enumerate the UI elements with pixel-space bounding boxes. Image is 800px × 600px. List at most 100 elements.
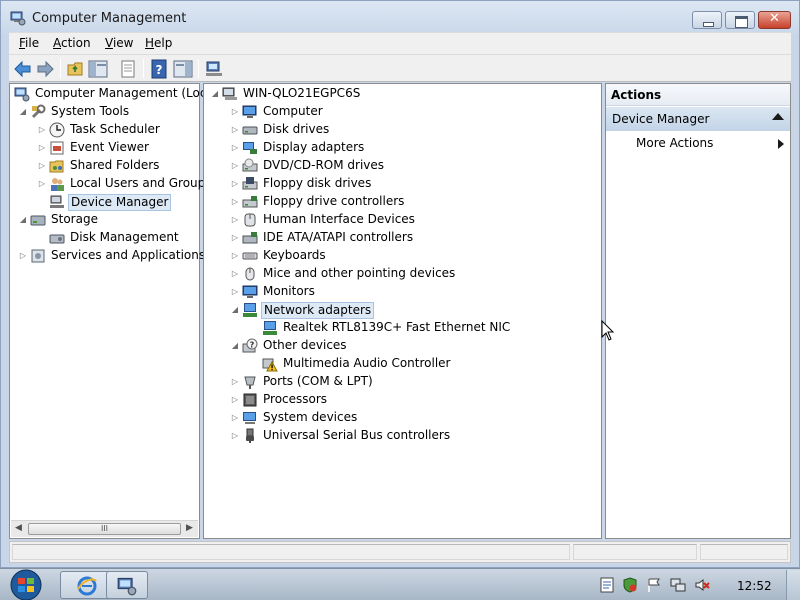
up-folder-icon[interactable] [66,59,86,79]
more-actions-label: More Actions [636,136,714,150]
toolbar-separator [143,59,144,78]
expand-icon[interactable]: ▷ [230,431,240,441]
collapse-icon[interactable]: ◢ [210,89,220,99]
network-adapter-icon [243,303,257,317]
expand-icon[interactable]: ▷ [230,125,240,135]
tree-label: IDE ATA/ATAPI controllers [263,230,414,244]
hid-icon [244,213,256,227]
warning-icon [262,358,278,372]
system-device-icon [243,412,256,424]
taskbar-clock[interactable]: 12:52 [737,579,772,593]
disk-management-icon [49,234,65,244]
tree-label: Mice and other pointing devices [263,266,456,280]
expand-icon[interactable]: ▷ [230,107,240,117]
scroll-left-icon[interactable]: ◀ [15,523,22,533]
tree-label: Disk drives [263,122,330,136]
start-button-icon[interactable] [6,569,46,600]
actions-pane: Actions Device Manager More Actions [605,83,791,539]
toolbar: ? [9,54,791,82]
security-shield-icon[interactable] [622,577,638,593]
monitor-icon [242,285,258,298]
expand-icon[interactable]: ▷ [230,413,240,423]
expand-icon[interactable]: ▷ [230,179,240,189]
expand-icon[interactable]: ▷ [230,377,240,387]
expand-icon[interactable]: ▷ [37,161,47,171]
forward-arrow-icon[interactable] [35,59,55,79]
menu-action[interactable]: Action [53,36,91,50]
help-icon[interactable]: ? [149,59,169,79]
expand-icon[interactable]: ▷ [230,395,240,405]
expand-icon[interactable]: ▷ [37,179,47,189]
tree-label: DVD/CD-ROM drives [263,158,385,172]
action-center-flag-icon[interactable] [646,577,662,593]
window-title: Computer Management [32,11,187,26]
toolbar-separator [198,59,199,78]
expand-icon[interactable]: ▷ [230,143,240,153]
actions-section-device-manager[interactable]: Device Manager [606,107,790,131]
back-arrow-icon[interactable] [13,59,33,79]
expand-icon[interactable]: ▷ [37,125,47,135]
tree-label: Ports (COM & LPT) [263,374,373,388]
tree-label: Human Interface Devices [263,212,415,226]
expand-icon[interactable]: ▷ [230,233,240,243]
collapse-icon[interactable]: ◢ [18,107,28,117]
menu-view[interactable]: View [105,36,133,50]
collapse-up-icon[interactable] [772,113,784,120]
users-icon [51,178,64,191]
disk-drive-icon [242,126,258,135]
show-hide-action-pane-icon[interactable] [173,59,193,79]
monitor-icon [242,105,257,118]
expand-icon[interactable]: ▷ [37,143,47,153]
network-tray-icon[interactable] [670,577,686,593]
show-desktop-button[interactable] [786,570,800,600]
menu-bar: File Action View Help [9,32,791,54]
device-manager-icon [50,195,64,208]
tree-label: Services and Applications [51,248,206,262]
expand-icon[interactable]: ▷ [230,197,240,207]
minimize-button[interactable] [692,11,722,29]
status-cell [700,544,788,560]
properties-icon[interactable] [118,59,138,79]
collapse-icon[interactable]: ◢ [18,215,28,225]
tree-label: Storage [51,212,98,226]
notes-tray-icon[interactable] [599,577,615,593]
event-viewer-icon [50,141,64,155]
show-hide-console-tree-icon[interactable] [88,59,108,79]
horizontal-scrollbar[interactable]: ◀ III ▶ [11,520,198,537]
tree-label: Disk Management [70,230,179,244]
mouse-icon [245,267,255,281]
taskbar-computer-management[interactable] [106,571,148,599]
port-icon [244,376,256,389]
tree-label: Shared Folders [70,158,160,172]
title-bar[interactable]: Computer Management ✕ [1,1,799,34]
expand-icon[interactable]: ▷ [18,251,28,261]
collapse-icon[interactable]: ◢ [230,305,240,315]
computer-icon [222,87,237,100]
close-icon: ✕ [769,11,780,26]
scan-hardware-icon[interactable] [204,59,224,79]
collapse-icon[interactable]: ◢ [230,341,240,351]
tree-label: Other devices [263,338,347,352]
maximize-button[interactable] [725,11,755,29]
status-bar [9,541,791,563]
scroll-right-icon[interactable]: ▶ [186,523,193,533]
console-tree-pane: Computer Management (Local ◢ System Tool… [9,83,217,539]
shared-folder-icon [49,160,64,173]
menu-file[interactable]: File [19,36,39,50]
actions-header: Actions [606,84,790,106]
keyboard-icon [242,252,258,260]
computer-management-icon [117,577,137,596]
volume-muted-icon[interactable] [694,577,710,593]
expand-icon[interactable]: ▷ [230,287,240,297]
expand-icon[interactable]: ▷ [230,251,240,261]
tree-label-selected: Device Manager [68,194,172,211]
more-actions-item[interactable]: More Actions [636,136,786,154]
expand-icon[interactable]: ▷ [230,161,240,171]
expand-icon[interactable]: ▷ [230,215,240,225]
actions-section-label: Device Manager [612,112,710,126]
menu-help[interactable]: Help [145,36,172,50]
expand-icon[interactable]: ▷ [230,269,240,279]
tree-label: Floppy drive controllers [263,194,405,208]
scroll-thumb[interactable]: III [28,523,181,535]
close-button[interactable]: ✕ [758,11,791,29]
